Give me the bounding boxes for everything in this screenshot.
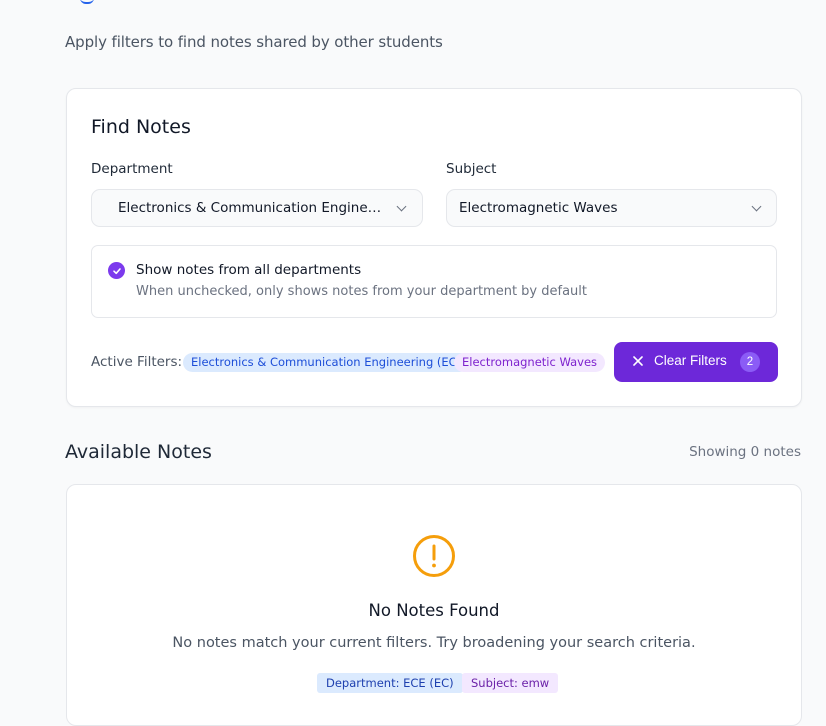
empty-state-tag-department: Department: ECE (EC) (317, 673, 463, 693)
clear-filters-count-badge: 2 (740, 352, 760, 372)
check-icon (112, 267, 121, 274)
empty-state-description: No notes match your current filters. Try… (172, 635, 696, 651)
active-filter-chip-subject: Electromagnetic Waves (454, 353, 606, 372)
active-filters-label: Active Filters: (91, 354, 183, 370)
notes-empty-state: No Notes Found No notes match your curre… (66, 484, 802, 726)
alert-circle-icon (413, 535, 455, 577)
empty-state-tag-subject: Subject: emw (462, 673, 559, 693)
chevron-down-icon (396, 201, 407, 212)
page-title-fragment (80, 0, 94, 4)
department-select-value: Electronics & Communication Engineerin… (118, 200, 386, 216)
active-filter-chip-department: Electronics & Communication Engineering … (183, 353, 470, 372)
clear-filters-button[interactable]: Clear Filters 2 (614, 342, 778, 382)
subject-select[interactable]: Electromagnetic Waves (446, 189, 777, 227)
all-departments-option: Show notes from all departments When unc… (91, 245, 777, 318)
clear-filters-label: Clear Filters (654, 353, 727, 368)
notes-count: Showing 0 notes (689, 444, 801, 460)
chevron-down-icon (751, 201, 762, 212)
department-label: Department (91, 161, 173, 177)
all-departments-label: Show notes from all departments (136, 262, 362, 278)
subject-select-value: Electromagnetic Waves (459, 200, 618, 216)
all-departments-description: When unchecked, only shows notes from yo… (136, 284, 587, 299)
subject-label: Subject (446, 161, 497, 177)
all-departments-checkbox[interactable] (108, 262, 125, 279)
filter-card: Find Notes Department Electronics & Comm… (66, 88, 802, 407)
close-icon (633, 356, 643, 366)
department-select[interactable]: Electronics & Communication Engineerin… (91, 189, 423, 227)
empty-state-title: No Notes Found (368, 601, 500, 620)
page-subtitle: Apply filters to find notes shared by ot… (65, 33, 443, 51)
available-notes-title: Available Notes (65, 441, 212, 463)
filter-card-title: Find Notes (91, 116, 191, 138)
